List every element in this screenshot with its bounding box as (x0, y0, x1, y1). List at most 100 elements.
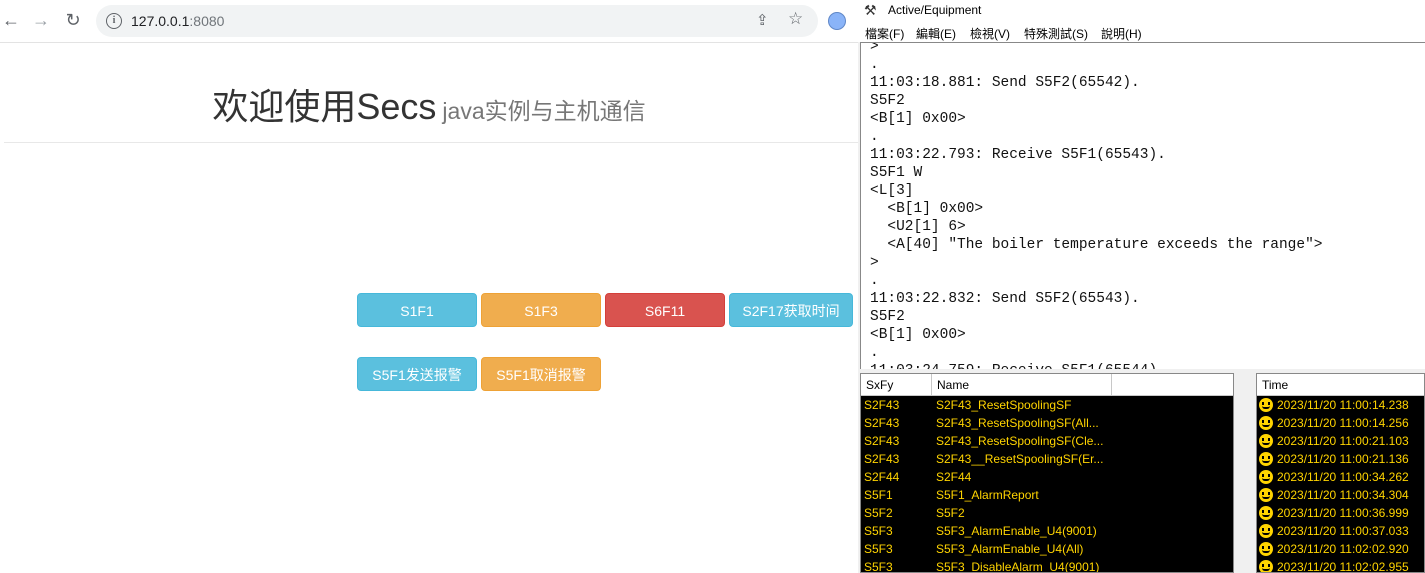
url-port: :8080 (189, 13, 225, 29)
message-sxfy: S5F1 (864, 488, 893, 502)
menu-bar: 檔案(F) 編輯(E) 檢視(V) 特殊測試(S) 說明(H) (858, 22, 1425, 42)
message-name: S5F3_DisableAlarm_U4(9001) (936, 560, 1100, 573)
message-name: S2F43__ResetSpoolingSF(Er... (936, 452, 1104, 466)
smiley-icon (1259, 506, 1273, 520)
message-row[interactable]: S2F43 S2F43_ResetSpoolingSF(Cle... (861, 432, 1233, 450)
list-splitter[interactable] (1236, 373, 1254, 573)
message-row[interactable]: S2F44 S2F44 (861, 468, 1233, 486)
time-value: 2023/11/20 11:00:21.103 (1277, 434, 1409, 448)
browser-window: ← → ↻ i 127.0.0.1:8080 ⇪ ☆ 欢迎使用Secs java实… (0, 0, 858, 573)
s6f11-button[interactable]: S6F11 (605, 293, 725, 327)
menu-edit[interactable]: 編輯(E) (916, 25, 956, 42)
window-title-bar: ⚒ Active/Equipment (858, 0, 1425, 22)
message-row[interactable]: S2F43 S2F43_ResetSpoolingSF (861, 396, 1233, 414)
time-value: 2023/11/20 11:00:36.999 (1277, 506, 1409, 520)
time-row[interactable]: 2023/11/20 11:00:14.238 (1257, 396, 1424, 414)
site-info-icon[interactable]: i (106, 13, 122, 29)
column-header-time[interactable]: Time (1257, 374, 1424, 396)
smiley-icon (1259, 488, 1273, 502)
smiley-icon (1259, 416, 1273, 430)
message-row[interactable]: S2F43 S2F43_ResetSpoolingSF(All... (861, 414, 1233, 432)
message-sxfy: S5F3 (864, 524, 893, 538)
message-sxfy: S2F43 (864, 398, 900, 412)
smiley-icon (1259, 542, 1273, 556)
time-value: 2023/11/20 11:02:02.955 (1277, 560, 1409, 573)
reload-icon[interactable]: ↻ (62, 9, 84, 31)
smiley-icon (1259, 524, 1273, 538)
page-subtitle: java实例与主机通信 (442, 98, 646, 124)
log-text: > . 11:03:18.881: Send S5F2(65542). S5F2… (870, 42, 1323, 369)
page-title: 欢迎使用Secs (212, 86, 437, 127)
url-host: 127.0.0.1 (131, 13, 190, 29)
smiley-icon (1259, 434, 1273, 448)
column-header-blank[interactable] (1112, 374, 1233, 396)
equipment-window: ⚒ Active/Equipment 檔案(F) 編輯(E) 檢視(V) 特殊測… (858, 0, 1425, 573)
time-row[interactable]: 2023/11/20 11:00:21.136 (1257, 450, 1424, 468)
time-row[interactable]: 2023/11/20 11:00:21.103 (1257, 432, 1424, 450)
message-row[interactable]: S5F3 S5F3_AlarmEnable_U4(All) (861, 540, 1233, 558)
s5f1-cancel-alarm-button[interactable]: S5F1取消报警 (481, 357, 601, 391)
s1f1-button[interactable]: S1F1 (357, 293, 477, 327)
time-value: 2023/11/20 11:00:14.256 (1277, 416, 1409, 430)
message-sxfy: S5F3 (864, 560, 893, 573)
message-name: S2F43_ResetSpoolingSF(Cle... (936, 434, 1104, 448)
forward-arrow-icon[interactable]: → (30, 9, 52, 31)
address-bar[interactable]: i 127.0.0.1:8080 ⇪ ☆ (96, 5, 818, 37)
message-name: S2F43_ResetSpoolingSF(All... (936, 416, 1099, 430)
time-row[interactable]: 2023/11/20 11:02:02.955 (1257, 558, 1424, 573)
message-row[interactable]: S5F3 S5F3_DisableAlarm_U4(9001) (861, 558, 1233, 573)
s1f3-button[interactable]: S1F3 (481, 293, 601, 327)
time-list[interactable]: Time 2023/11/20 11:00:14.238 2023/11/20 1… (1256, 373, 1425, 573)
s5f1-send-alarm-button[interactable]: S5F1发送报警 (357, 357, 477, 391)
time-value: 2023/11/20 11:00:37.033 (1277, 524, 1409, 538)
column-header-name[interactable]: Name (932, 374, 1112, 396)
message-name: S2F44 (936, 470, 972, 484)
tools-icon: ⚒ (864, 2, 877, 18)
message-name: S2F43_ResetSpoolingSF (936, 398, 1072, 412)
message-log[interactable]: > . 11:03:18.881: Send S5F2(65542). S5F2… (860, 42, 1425, 369)
message-name: S5F3_AlarmEnable_U4(9001) (936, 524, 1097, 538)
message-name: S5F1_AlarmReport (936, 488, 1039, 502)
message-row[interactable]: S5F1 S5F1_AlarmReport (861, 486, 1233, 504)
column-header-sxfy[interactable]: SxFy (861, 374, 932, 396)
smiley-icon (1259, 470, 1273, 484)
message-name: S5F3_AlarmEnable_U4(All) (936, 542, 1084, 556)
share-icon[interactable]: ⇪ (756, 11, 769, 29)
time-value: 2023/11/20 11:00:34.262 (1277, 470, 1409, 484)
message-row[interactable]: S5F3 S5F3_AlarmEnable_U4(9001) (861, 522, 1233, 540)
url-text[interactable]: 127.0.0.1:8080 (131, 13, 224, 29)
message-row[interactable]: S2F43 S2F43__ResetSpoolingSF(Er... (861, 450, 1233, 468)
message-row[interactable]: S5F2 S5F2 (861, 504, 1233, 522)
back-arrow-icon[interactable]: ← (0, 9, 22, 31)
message-name: S5F2 (936, 506, 965, 520)
time-value: 2023/11/20 11:00:14.238 (1277, 398, 1409, 412)
time-value: 2023/11/20 11:00:21.136 (1277, 452, 1409, 466)
menu-file[interactable]: 檔案(F) (865, 25, 904, 42)
time-row[interactable]: 2023/11/20 11:00:14.256 (1257, 414, 1424, 432)
time-row[interactable]: 2023/11/20 11:00:34.304 (1257, 486, 1424, 504)
window-title: Active/Equipment (888, 3, 982, 17)
extension-icon[interactable] (828, 12, 846, 30)
time-row[interactable]: 2023/11/20 11:00:34.262 (1257, 468, 1424, 486)
time-value: 2023/11/20 11:02:02.920 (1277, 542, 1409, 556)
time-row[interactable]: 2023/11/20 11:00:37.033 (1257, 522, 1424, 540)
page-heading: 欢迎使用Secs java实例与主机通信 (0, 78, 858, 130)
smiley-icon (1259, 560, 1273, 572)
smiley-icon (1259, 452, 1273, 466)
browser-toolbar: ← → ↻ i 127.0.0.1:8080 ⇪ ☆ (0, 0, 858, 43)
time-row[interactable]: 2023/11/20 11:00:36.999 (1257, 504, 1424, 522)
s2f17-get-time-button[interactable]: S2F17获取时间 (729, 293, 853, 327)
time-row[interactable]: 2023/11/20 11:02:02.920 (1257, 540, 1424, 558)
smiley-icon (1259, 398, 1273, 412)
time-value: 2023/11/20 11:00:34.304 (1277, 488, 1409, 502)
menu-help[interactable]: 說明(H) (1101, 25, 1142, 42)
message-sxfy: S2F43 (864, 452, 900, 466)
message-sxfy: S5F2 (864, 506, 893, 520)
menu-view[interactable]: 檢視(V) (970, 25, 1010, 42)
menu-special-test[interactable]: 特殊測試(S) (1024, 25, 1088, 42)
heading-divider (4, 142, 858, 143)
message-list[interactable]: SxFy Name S2F43 S2F43_ResetSpoolingSF S2F4… (860, 373, 1234, 573)
bookmark-star-icon[interactable]: ☆ (788, 9, 803, 29)
message-sxfy: S2F43 (864, 416, 900, 430)
message-sxfy: S2F43 (864, 434, 900, 448)
